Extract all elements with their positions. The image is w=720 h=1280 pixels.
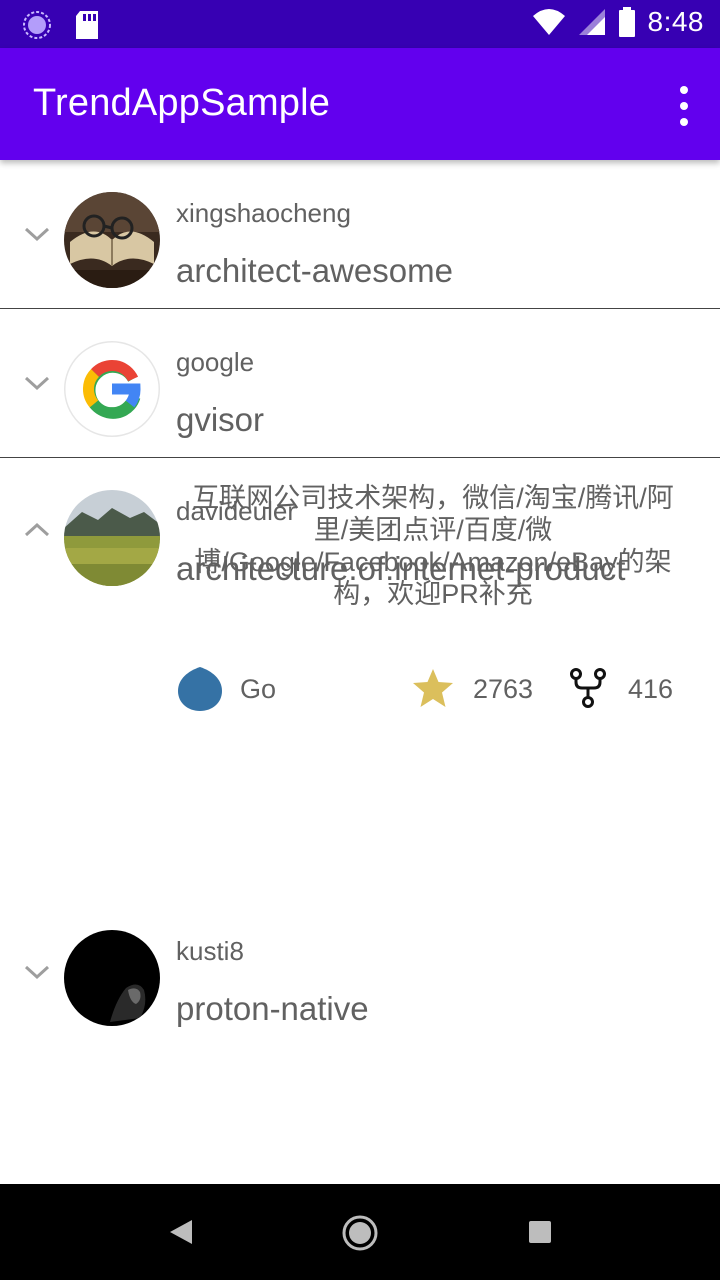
home-icon[interactable] [341, 1214, 379, 1252]
status-bar: 8:48 [0, 0, 720, 48]
star-count: 2763 [473, 674, 534, 704]
chevron-down-icon[interactable] [24, 964, 50, 980]
chevron-up-icon[interactable] [24, 522, 50, 538]
language-color-icon [178, 667, 222, 711]
status-time: 8:48 [647, 6, 704, 37]
repo-list-item[interactable]: xingshaocheng architect-awesome [0, 160, 720, 309]
avatar [64, 341, 160, 437]
repo-owner: kusti8 [176, 936, 244, 966]
repo-meta-row: Go 2763 416 [176, 664, 696, 714]
google-logo-icon [64, 341, 160, 437]
more-vert-icon[interactable] [672, 86, 696, 126]
chevron-down-icon[interactable] [24, 375, 50, 391]
repo-name: architect-awesome [176, 252, 453, 289]
chevron-down-icon[interactable] [24, 226, 50, 242]
avatar [64, 490, 160, 586]
navigation-bar [0, 1184, 720, 1280]
battery-icon [618, 7, 635, 37]
star-icon [413, 669, 453, 707]
repo-description: 互联网公司技术架构，微信/淘宝/腾讯/阿里/美团点评/百度/微博/Google/… [192, 483, 674, 609]
wifi-icon [532, 9, 565, 35]
avatar [64, 192, 160, 288]
app-root: 8:48 TrendAppSample xingshaocheng archit… [0, 0, 720, 1280]
sd-card-icon [76, 11, 98, 39]
repo-name: gvisor [176, 401, 265, 438]
app-title: TrendAppSample [33, 82, 331, 124]
signal-icon [578, 9, 605, 35]
app-bar: TrendAppSample [0, 48, 720, 160]
sync-icon [23, 11, 51, 39]
avatar [64, 930, 160, 1026]
repo-owner: google [176, 347, 255, 377]
repo-language: Go [240, 674, 277, 704]
fork-icon [570, 668, 606, 708]
repo-name: proton-native [176, 990, 369, 1027]
back-icon[interactable] [168, 1218, 194, 1246]
recents-icon[interactable] [528, 1220, 552, 1244]
repo-list-item[interactable]: kusti8 proton-native [0, 898, 720, 1038]
repo-owner: xingshaocheng [176, 198, 351, 228]
fork-count: 416 [628, 674, 674, 704]
repo-list-item[interactable]: google gvisor [0, 309, 720, 458]
